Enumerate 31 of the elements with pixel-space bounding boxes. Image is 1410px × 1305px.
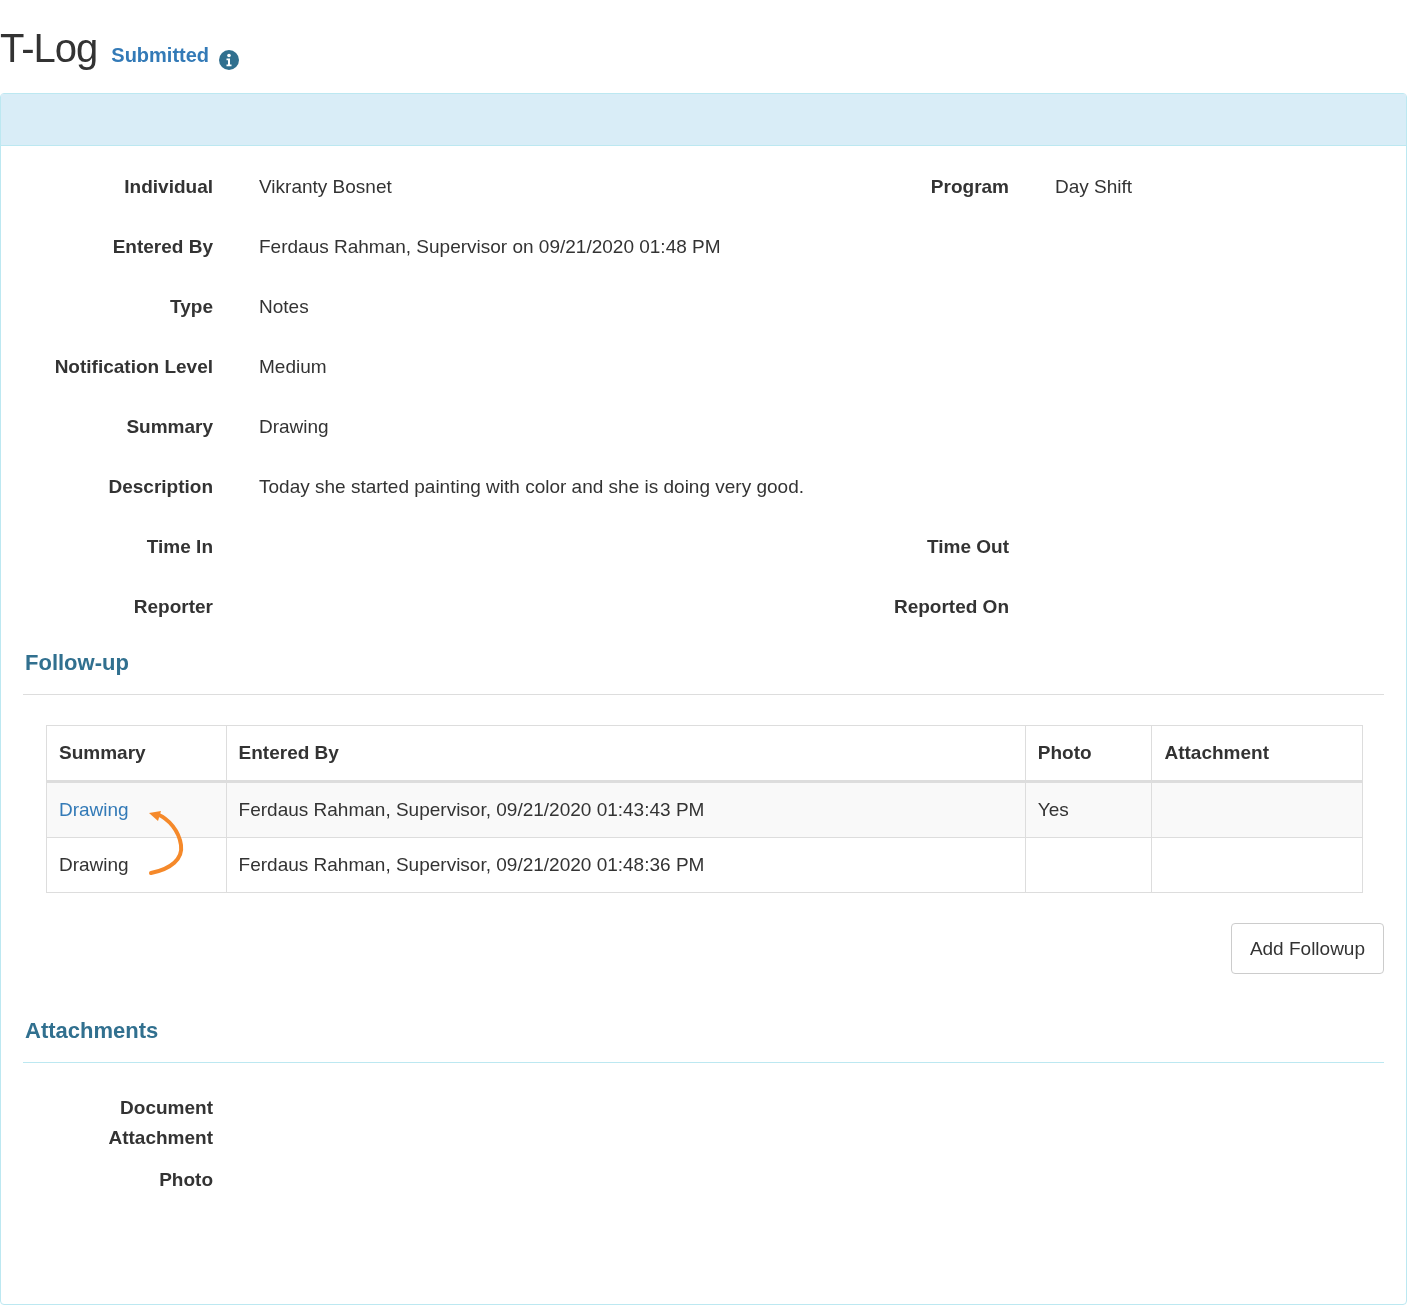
page-title: T-Log xyxy=(0,26,98,71)
section-heading: Attachments xyxy=(24,1017,160,1045)
table-cell: Ferdaus Rahman, Supervisor, 09/21/2020 01:48:36 PM xyxy=(226,837,1026,893)
status-label: Submitted xyxy=(111,44,210,67)
section-heading: Follow-up xyxy=(24,649,130,677)
summary-link[interactable]: Drawing xyxy=(59,799,129,820)
table-cell: Yes xyxy=(1025,781,1152,838)
field-label: Time Out xyxy=(926,535,1009,559)
field-label: Notification Level xyxy=(53,355,213,379)
info-icon[interactable] xyxy=(219,49,240,70)
field-value: Notes xyxy=(259,295,310,319)
field-value: Medium xyxy=(259,355,328,379)
field-value: Drawing xyxy=(259,415,330,439)
field-label: Time In xyxy=(145,535,213,559)
field-label: Summary xyxy=(125,415,213,439)
field-value: Day Shift xyxy=(1055,175,1134,199)
field-label: Document Attachment xyxy=(107,1096,213,1150)
field-label: Reporter xyxy=(132,595,213,619)
table-cell: Ferdaus Rahman, Supervisor, 09/21/2020 01:43:43 PM xyxy=(226,781,1026,838)
field-label: Description xyxy=(107,475,213,499)
field-label: Entered By xyxy=(111,235,213,259)
field-label: Reported On xyxy=(892,595,1009,619)
add-followup-button[interactable]: Add Followup xyxy=(1230,923,1384,974)
summary-text: Drawing xyxy=(59,854,129,875)
field-label: Individual xyxy=(123,175,213,199)
field-value: Vikranty Bosnet xyxy=(259,175,393,199)
field-value: Ferdaus Rahman, Supervisor on 09/21/2020 01:48 PM xyxy=(259,235,722,259)
field-label: Photo xyxy=(158,1168,213,1192)
field-label: Program xyxy=(929,175,1009,199)
field-label: Type xyxy=(169,295,213,319)
field-value: Today she started painting with color and she is doing very good. xyxy=(259,475,805,499)
